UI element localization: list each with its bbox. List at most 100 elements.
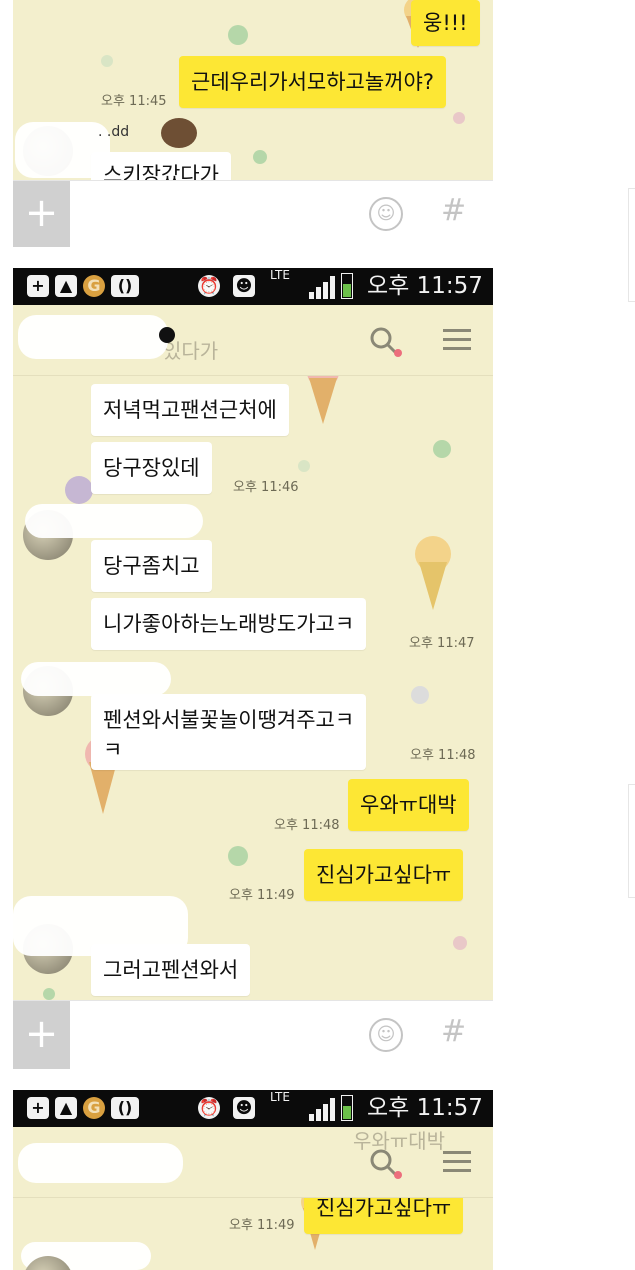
message-text: 진심가고싶다ㅠ: [316, 863, 452, 887]
plus-icon: +: [24, 1011, 59, 1057]
message-input-bar: + ☺ #: [13, 1000, 493, 1069]
bracket-notification-icon: (): [111, 1097, 139, 1119]
chat-header: 우와ㅠ대박: [13, 1127, 493, 1198]
decor-dot: [453, 112, 465, 124]
message-bubble-other[interactable]: 저녁먹고팬션근처에: [91, 384, 289, 436]
message-bubble-mine[interactable]: 진심가고싶다ㅠ: [304, 1198, 464, 1234]
g-app-icon: G: [83, 1097, 105, 1119]
kakao-icon: ☻: [233, 275, 255, 297]
message-text: 그러고펜션와서: [103, 958, 239, 982]
message-time: 오후 11:45: [101, 94, 167, 109]
message-bubble-other[interactable]: 펜션와서불꽃놀이땡겨주고ㅋ ㅋ: [91, 694, 367, 770]
image-notification-icon: ▲: [55, 1097, 77, 1119]
message-text: 저녁먹고팬션근처에: [103, 398, 277, 422]
message-text: 진심가고싶다ㅠ: [316, 1198, 452, 1220]
signal-bar: [330, 1098, 335, 1121]
chat-area-1: 웅!!! 오후 11:45 근데우리가서모하고놀꺼야? . .dd 스키장갔다가: [13, 0, 493, 180]
redacted-name: [21, 662, 171, 696]
kakao-icon: ☻: [233, 1097, 255, 1119]
attach-plus-button[interactable]: +: [13, 1001, 70, 1069]
redacted-name: [25, 504, 203, 538]
attach-plus-button[interactable]: +: [13, 181, 70, 247]
battery-icon: [341, 273, 353, 299]
plus-notification-icon: +: [27, 1097, 49, 1119]
sender-name-remnant: . .dd: [98, 124, 130, 140]
header-decor: [159, 327, 175, 343]
message-time: 오후 11:48: [410, 748, 476, 763]
signal-bar: [316, 1109, 321, 1121]
hash-icon: #: [441, 193, 467, 228]
hashtag-button[interactable]: #: [441, 1014, 466, 1049]
decor-dot: [43, 988, 55, 1000]
side-fragment: [628, 784, 635, 898]
message-time: 오후 11:49: [229, 1218, 295, 1233]
message-bubble-other[interactable]: 니가좋아하는노래방도가고ㅋ: [91, 598, 367, 650]
signal-bar: [309, 1114, 314, 1121]
message-text-line: 펜션와서불꽃놀이땡겨주고ㅋ: [103, 708, 355, 732]
message-text: 우와ㅠ대박: [360, 793, 457, 817]
decor-dot: [101, 55, 113, 67]
decor-dot: [411, 686, 429, 704]
search-icon[interactable]: [368, 1147, 402, 1181]
decor-dot: [253, 150, 267, 164]
image-notification-icon: ▲: [55, 275, 77, 297]
message-text: 근데우리가서모하고놀꺼야?: [191, 70, 434, 94]
signal-bar: [323, 282, 328, 299]
plus-icon: +: [24, 190, 59, 236]
message-bubble-other[interactable]: 당구장있데: [91, 442, 212, 494]
battery-icon: [341, 1095, 353, 1121]
search-icon[interactable]: [368, 325, 402, 359]
message-time: 오후 11:48: [274, 818, 340, 833]
status-clock: 오후 11:57: [367, 1095, 483, 1121]
emoji-icon: ☺: [376, 1024, 396, 1045]
redacted-chat-title: [18, 315, 168, 359]
g-app-icon: G: [83, 275, 105, 297]
ice-cream-decor: [415, 536, 451, 610]
status-bar: + ▲ G () ⏰ ☻ LTE 오후 11:57: [13, 1090, 493, 1127]
chat-area-2: 저녁먹고팬션근처에 당구장있데 오후 11:46 당구좀치고 니가좋아하는노래방…: [13, 376, 493, 1000]
message-bubble-mine[interactable]: 우와ㅠ대박: [348, 779, 469, 831]
status-bar: + ▲ G () ⏰ ☻ LTE 오후 11:57: [13, 268, 493, 305]
signal-bar: [316, 287, 321, 299]
message-bubble-other[interactable]: 당구좀치고: [91, 540, 212, 592]
hash-icon: #: [441, 1014, 467, 1049]
message-bubble-other[interactable]: 그러고펜션와서: [91, 944, 251, 996]
message-time: 오후 11:49: [229, 888, 295, 903]
emoji-button[interactable]: ☺: [369, 1018, 403, 1052]
decor-dot: [228, 25, 248, 45]
decor-dot: [65, 476, 93, 504]
chat-area-3: 오후 11:49 진심가고싶다ㅠ: [13, 1198, 493, 1270]
message-text: 당구장있데: [103, 456, 200, 480]
side-fragment: [628, 188, 635, 302]
chat-header: 있다가: [13, 305, 493, 376]
hamburger-menu-icon[interactable]: [443, 1149, 471, 1175]
decor-dot: [453, 936, 467, 950]
signal-bar: [330, 276, 335, 299]
message-text: 스키장갔다가: [103, 163, 219, 180]
message-bubble-mine[interactable]: 웅!!!: [411, 0, 480, 46]
hamburger-menu-icon[interactable]: [443, 327, 471, 353]
message-time: 오후 11:46: [233, 480, 299, 495]
message-time: 오후 11:47: [409, 636, 475, 651]
lte-label: LTE: [270, 268, 290, 282]
message-text-line: ㅋ: [103, 738, 123, 762]
decor-dot: [433, 440, 451, 458]
emoji-button[interactable]: ☺: [369, 197, 403, 231]
decor-dot: [228, 846, 248, 866]
message-text: 웅!!!: [423, 11, 468, 35]
status-clock: 오후 11:57: [367, 273, 483, 299]
signal-bar: [309, 292, 314, 299]
emoji-icon: ☺: [376, 203, 396, 224]
avatar-decor: [161, 118, 197, 148]
signal-bar: [323, 1104, 328, 1121]
message-bubble-other[interactable]: 스키장갔다가: [91, 152, 231, 180]
message-bubble-mine[interactable]: 근데우리가서모하고놀꺼야?: [179, 56, 446, 108]
message-text: 니가좋아하는노래방도가고ㅋ: [103, 612, 355, 636]
bracket-notification-icon: (): [111, 275, 139, 297]
message-text: 당구좀치고: [103, 554, 200, 578]
redacted-chat-title: [18, 1143, 183, 1183]
plus-notification-icon: +: [27, 275, 49, 297]
lte-label: LTE: [270, 1090, 290, 1104]
hashtag-button[interactable]: #: [441, 193, 466, 228]
message-bubble-mine[interactable]: 진심가고싶다ㅠ: [304, 849, 464, 901]
